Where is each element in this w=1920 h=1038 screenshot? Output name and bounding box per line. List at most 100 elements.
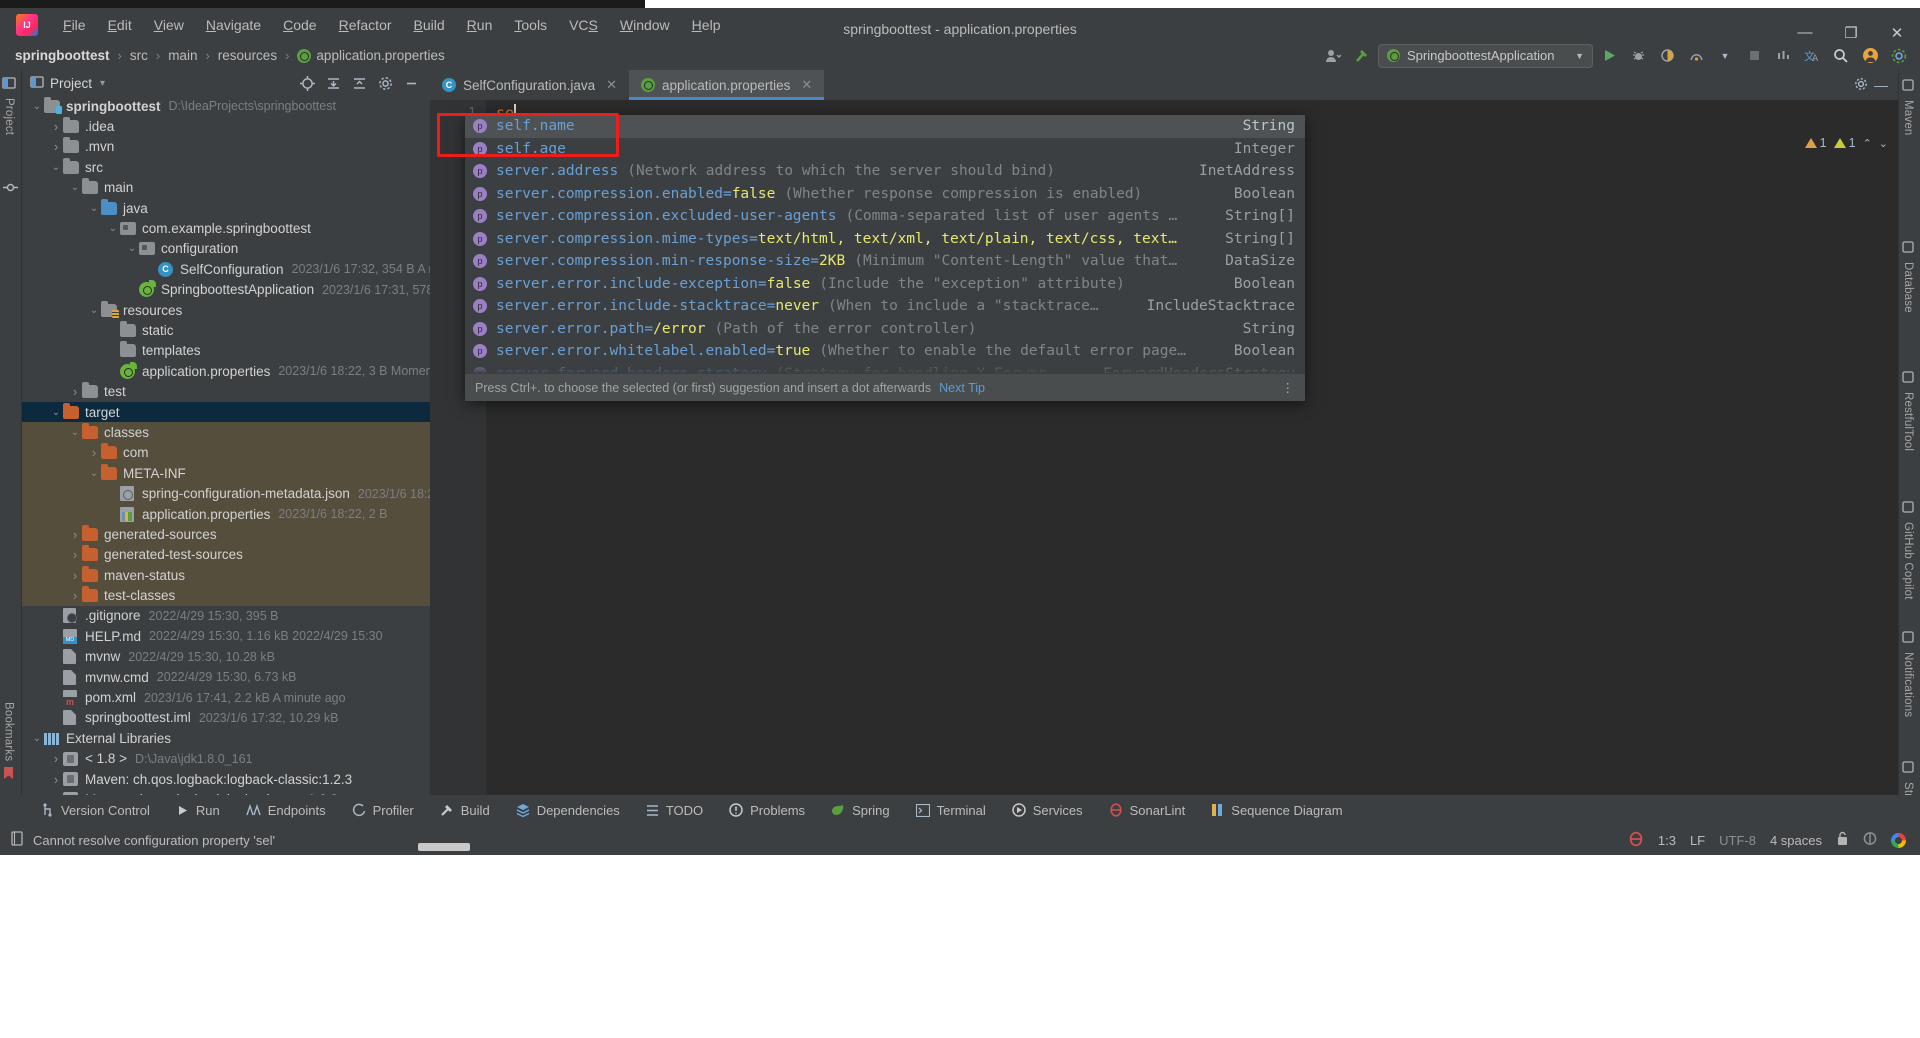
tool-window-terminal[interactable]: Terminal	[903, 803, 999, 818]
tree-node-com-example-springboottest[interactable]: ⌄ com.example.springboottest	[22, 218, 430, 238]
chevron-right-icon[interactable]: ›	[49, 139, 63, 154]
tree-node-mvnw[interactable]: mvnw 2022/4/29 15:30, 10.28 kB	[22, 647, 430, 667]
tree-node-help-md[interactable]: HELP.md 2022/4/29 15:30, 1.16 kB 2022/4/2…	[22, 626, 430, 646]
run-button[interactable]	[1596, 44, 1622, 68]
chevron-down-icon[interactable]: ⌄	[1879, 137, 1888, 150]
menu-item-build[interactable]: Build	[403, 13, 456, 37]
tree-node-pom-xml[interactable]: pom.xml 2023/1/6 17:41, 2.2 kB A minute a…	[22, 687, 430, 707]
menu-item-help[interactable]: Help	[681, 13, 732, 37]
weak-warning-count[interactable]: 1	[1833, 136, 1856, 150]
chevron-down-icon[interactable]: ⌄	[68, 182, 82, 193]
hide-editor-icon[interactable]: —	[1874, 77, 1888, 93]
tree-node-application-properties[interactable]: application.properties 2023/1/6 18:22, 2 …	[22, 503, 430, 525]
tool-window-problems[interactable]: Problems	[716, 803, 818, 818]
menu-item-edit[interactable]: Edit	[97, 13, 143, 37]
panel-settings-icon[interactable]	[374, 72, 396, 94]
chevron-right-icon[interactable]: ›	[68, 588, 82, 603]
chevron-down-icon[interactable]: ⌄	[87, 305, 101, 316]
completion-item-7[interactable]: p server.error.include-exception= false (In…	[465, 273, 1305, 296]
chevron-up-icon[interactable]: ⌃	[1863, 137, 1872, 150]
menu-item-code[interactable]: Code	[272, 13, 327, 37]
chevron-right-icon[interactable]: ›	[49, 751, 63, 766]
chevron-down-icon[interactable]: ▼	[1712, 44, 1738, 68]
tool-window-services[interactable]: Services	[999, 803, 1096, 818]
tree-node-generated-sources[interactable]: › generated-sources	[22, 524, 430, 545]
run-configuration-selector[interactable]: SpringboottestApplication ▼	[1378, 43, 1593, 68]
menu-item-run[interactable]: Run	[456, 13, 504, 37]
chevron-right-icon[interactable]: ›	[49, 119, 63, 134]
chevron-right-icon[interactable]: ›	[49, 772, 63, 787]
completion-item-5[interactable]: p server.compression.mime-types= text/html…	[465, 228, 1305, 251]
breadcrumb-item-0[interactable]: springboottest	[12, 48, 113, 63]
menu-item-refactor[interactable]: Refactor	[328, 13, 403, 37]
left-tool-rail[interactable]: Project Bookmarks	[0, 70, 22, 795]
editor-settings-icon[interactable]	[1854, 77, 1868, 94]
tool-window-spring[interactable]: Spring	[818, 803, 903, 818]
tree-node-main[interactable]: ⌄ main	[22, 178, 430, 198]
profiler-button[interactable]	[1683, 44, 1709, 68]
inspector-icon[interactable]	[1863, 831, 1877, 849]
completion-item-4[interactable]: p server.compression.excluded-user-agents…	[465, 205, 1305, 228]
tool-window-build[interactable]: Build	[427, 803, 503, 818]
chevron-down-icon[interactable]: ⌄	[87, 468, 101, 479]
updates-icon[interactable]	[1770, 44, 1796, 68]
tree-node-generated-test-sources[interactable]: › generated-test-sources	[22, 544, 430, 565]
tool-window-version-control[interactable]: Version Control	[28, 803, 163, 818]
chevron-down-icon[interactable]: ⌄	[68, 427, 82, 438]
breadcrumb[interactable]: springboottest › src › main › resources › applic…	[12, 48, 448, 63]
right-rail-item-restfultool[interactable]: RestfulTool	[1901, 370, 1915, 451]
debug-button[interactable]	[1625, 44, 1651, 68]
completion-item-6[interactable]: p server.compression.min-response-size= 2K…	[465, 250, 1305, 273]
next-tip-link[interactable]: Next Tip	[939, 381, 985, 395]
line-separator[interactable]: LF	[1690, 833, 1705, 848]
tree-node-springboottestapplication[interactable]: SpringboottestApplication 2023/1/6 17:31,…	[22, 280, 430, 300]
tree-node-target[interactable]: ⌄ target	[22, 401, 430, 423]
tree-node-test-classes[interactable]: › test-classes	[22, 585, 430, 606]
completion-item-9[interactable]: p server.error.path=/error (Path of the er…	[465, 318, 1305, 341]
build-hammer-icon[interactable]	[1349, 44, 1375, 68]
tool-window-todo[interactable]: TODO	[633, 803, 716, 818]
breadcrumb-item-2[interactable]: main	[165, 48, 200, 63]
chevron-down-icon[interactable]: ⌄	[106, 223, 120, 234]
tree-node-application-properties[interactable]: application.properties 2023/1/6 18:22, 3 …	[22, 361, 430, 381]
tree-node-src[interactable]: ⌄ src	[22, 157, 430, 177]
lock-icon[interactable]	[1836, 831, 1849, 849]
taskbar-item[interactable]	[418, 843, 470, 851]
close-icon[interactable]: ✕	[801, 77, 812, 93]
settings-gear-icon[interactable]	[1886, 44, 1912, 68]
left-rail-label-bookmarks[interactable]: Bookmarks	[3, 702, 15, 761]
more-options-icon[interactable]: ⋮	[1282, 380, 1296, 395]
chevron-right-icon[interactable]: ›	[87, 445, 101, 460]
tree-node-mvnw-cmd[interactable]: mvnw.cmd 2022/4/29 15:30, 6.73 kB	[22, 667, 430, 687]
menu-bar[interactable]: File Edit View Navigate Code Refactor Build Run…	[52, 13, 731, 37]
run-with-coverage-button[interactable]	[1654, 44, 1680, 68]
main-toolbar[interactable]: SpringboottestApplication ▼ ▼ 文A	[1320, 41, 1920, 70]
caret-position[interactable]: 1:3	[1658, 833, 1676, 848]
tool-window-dependencies[interactable]: Dependencies	[503, 803, 633, 818]
chevron-down-icon[interactable]: ▾	[100, 78, 105, 89]
project-tree[interactable]: ⌄ springboottest D:\IdeaProjects\springboo…	[22, 96, 430, 795]
warning-count[interactable]: 1	[1804, 136, 1827, 150]
tree-node-templates[interactable]: templates	[22, 341, 430, 361]
tree-node-maven-ch-qos-logback-logback-classic-1-2-3[interactable]: › Maven: ch.qos.logback:logback-classic:1…	[22, 769, 430, 789]
chevron-right-icon[interactable]: ›	[68, 568, 82, 583]
tree-node--1-8-[interactable]: › < 1.8 > D:\Java\jdk1.8.0_161	[22, 749, 430, 769]
editor-tabs[interactable]: C SelfConfiguration.java ✕ application.prop…	[430, 70, 1898, 100]
left-rail-label-project[interactable]: Project	[3, 98, 15, 135]
menu-item-vcs[interactable]: VCS	[558, 13, 609, 37]
tree-node-springboottest[interactable]: ⌄ springboottest D:\IdeaProjects\springboo…	[22, 96, 430, 116]
tree-node-resources[interactable]: ⌄ resources	[22, 300, 430, 320]
tool-window-sonarlint[interactable]: SonarLint	[1096, 803, 1199, 818]
tree-node-configuration[interactable]: ⌄ configuration	[22, 239, 430, 259]
tree-node-maven-status[interactable]: › maven-status	[22, 564, 430, 586]
completion-item-3[interactable]: p server.compression.enabled= false (Whethe…	[465, 183, 1305, 206]
inspection-widget[interactable]: 1 1 ⌃ ⌄	[1748, 130, 1898, 156]
breadcrumb-item-3[interactable]: resources	[215, 48, 280, 63]
menu-item-window[interactable]: Window	[609, 13, 681, 37]
tool-window-bar[interactable]: Version Control Run Endpoints Profiler Build…	[0, 795, 1920, 825]
sonarlint-status-icon[interactable]	[1628, 831, 1644, 850]
chevron-down-icon[interactable]: ⌄	[30, 733, 44, 744]
expand-all-icon[interactable]	[322, 72, 344, 94]
right-rail-item-database[interactable]: Database	[1901, 240, 1915, 313]
chevron-right-icon[interactable]: ›	[68, 547, 82, 562]
